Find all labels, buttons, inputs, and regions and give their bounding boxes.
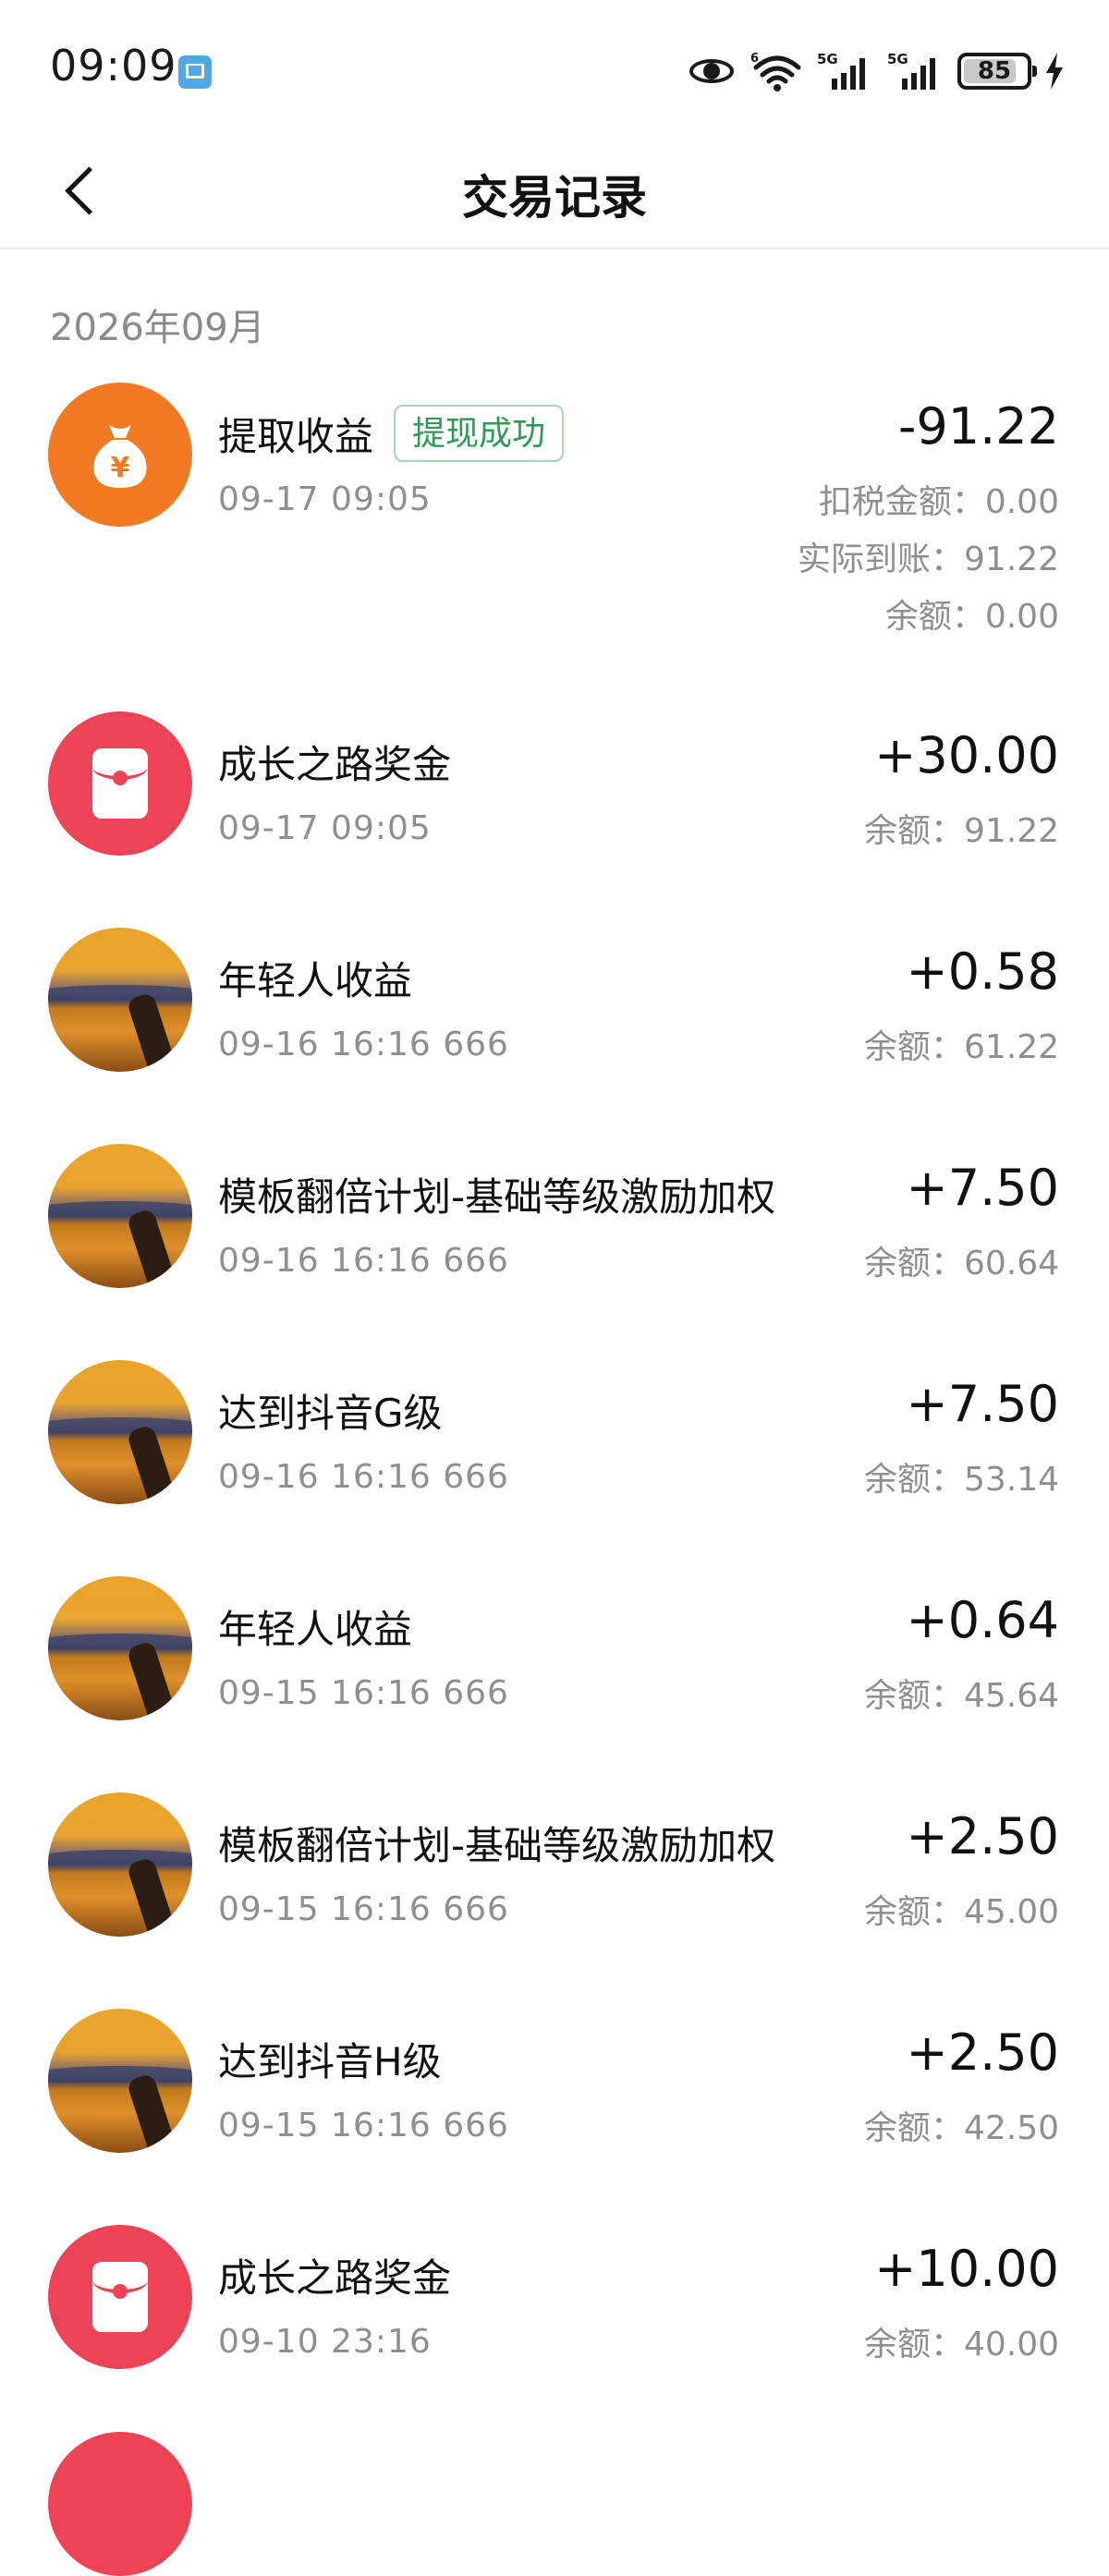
transaction-time: 09-17 09:05 <box>218 809 432 847</box>
wifi-badge: 6 <box>750 52 759 66</box>
transaction-amount: -91.22 <box>897 397 1059 456</box>
status-badge: 提现成功 <box>394 405 565 462</box>
sunset-photo-avatar <box>48 1144 192 1288</box>
balance: 余额：45.64 <box>863 1677 1059 1715</box>
tax-amount: 扣税金额：0.00 <box>818 483 1059 521</box>
sunset-photo-avatar <box>48 928 192 1072</box>
transaction-title: 模板翻倍计划-基础等级激励加权 <box>218 1174 776 1220</box>
transaction-title-line: 提取收益 提现成功 <box>218 405 565 462</box>
balance: 余额：0.00 <box>884 598 1059 636</box>
transaction-title: 达到抖音G级 <box>218 1391 443 1436</box>
wifi-icon: 6 <box>750 51 804 91</box>
book-app-icon <box>178 55 212 89</box>
transaction-time: 09-16 16:16 666 <box>218 1242 509 1280</box>
transaction-time: 09-15 16:16 666 <box>218 1890 509 1928</box>
sunset-photo-avatar <box>48 1576 192 1720</box>
transaction-time: 09-16 16:16 666 <box>218 1458 509 1496</box>
status-time: 09:09 <box>50 41 177 91</box>
page-title: 交易记录 <box>462 171 647 225</box>
transaction-amount: +7.50 <box>906 1159 1059 1217</box>
sunset-photo-avatar <box>48 1792 192 1937</box>
transaction-title: 成长之路奖金 <box>218 742 452 787</box>
balance: 余额：42.50 <box>863 2109 1059 2147</box>
status-bar: 09:09 6 5G 5G 85 <box>0 0 1109 139</box>
balance: 余额：45.00 <box>863 1893 1059 1931</box>
sunset-photo-avatar <box>48 2009 192 2153</box>
signal-2-label: 5G <box>887 51 908 67</box>
money-bag-icon: ¥ <box>48 383 192 527</box>
transaction-title: 年轻人收益 <box>218 958 413 1003</box>
balance: 余额：91.22 <box>863 812 1059 850</box>
transaction-time: 09-15 16:16 666 <box>218 2107 509 2145</box>
signal-icon-1: 5G <box>817 51 874 91</box>
transaction-time: 09-16 16:16 666 <box>218 1026 509 1063</box>
lightning-icon <box>1044 53 1065 90</box>
transaction-amount: +0.64 <box>906 1591 1059 1649</box>
balance: 余额：60.64 <box>863 1245 1059 1282</box>
transaction-time: 09-10 23:16 <box>218 2323 432 2361</box>
battery-icon: 85 <box>957 53 1037 90</box>
balance: 余额：53.14 <box>863 1461 1059 1499</box>
transaction-time: 09-15 16:16 666 <box>218 1674 509 1712</box>
transaction-amount: +2.50 <box>906 2023 1059 2082</box>
red-packet-icon <box>48 711 192 856</box>
actual-received: 实际到账：91.22 <box>797 541 1059 578</box>
signal-1-label: 5G <box>817 51 838 67</box>
svg-text:¥: ¥ <box>111 452 130 484</box>
red-packet-icon <box>48 2225 192 2369</box>
transaction-amount: +0.58 <box>906 942 1059 1001</box>
month-label: 2026年09月 <box>50 307 265 349</box>
transaction-title: 提取收益 <box>218 414 374 459</box>
balance: 余额：40.00 <box>863 2326 1059 2363</box>
next-row-avatar <box>48 2432 192 2576</box>
transaction-title: 成长之路奖金 <box>218 2255 452 2301</box>
transaction-amount: +30.00 <box>874 726 1059 784</box>
transaction-amount: +10.00 <box>874 2240 1059 2298</box>
transaction-title: 模板翻倍计划-基础等级激励加权 <box>218 1823 776 1868</box>
signal-icon-2: 5G <box>887 51 944 91</box>
balance: 余额：61.22 <box>863 1028 1059 1066</box>
battery-level: 85 <box>977 57 1012 85</box>
transaction-time: 09-17 09:05 <box>218 480 432 518</box>
sunset-photo-avatar <box>48 1360 192 1504</box>
nav-bar: 交易记录 <box>0 139 1109 249</box>
transaction-amount: +7.50 <box>906 1375 1059 1433</box>
transaction-title: 年轻人收益 <box>218 1607 413 1652</box>
transaction-title: 达到抖音H级 <box>218 2039 442 2084</box>
transaction-amount: +2.50 <box>906 1807 1059 1865</box>
eye-icon <box>688 55 737 87</box>
status-icons: 6 5G 5G 85 <box>688 48 1065 94</box>
